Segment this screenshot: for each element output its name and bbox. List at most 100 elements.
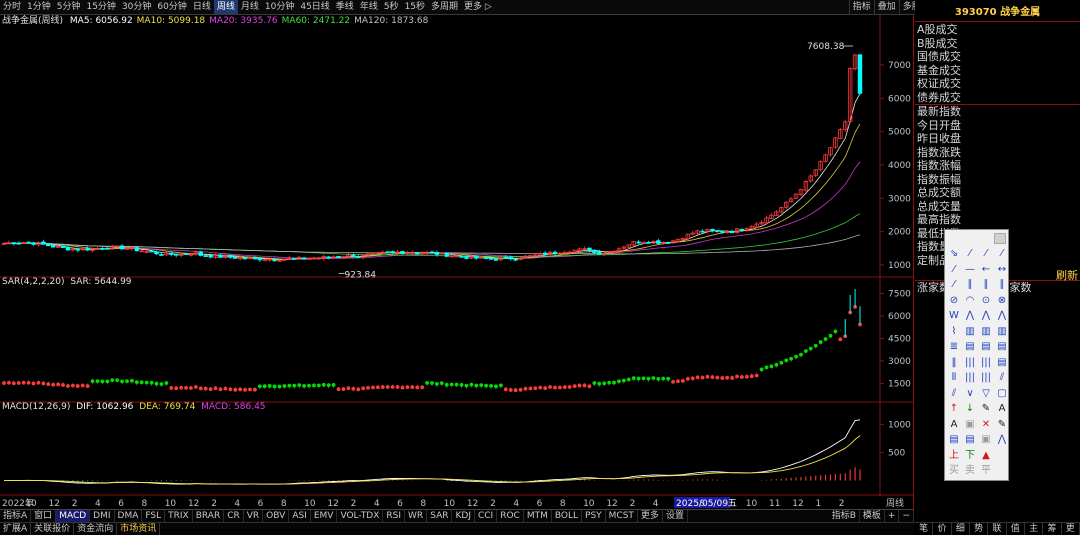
draw-tool-icon[interactable]: ▢ (994, 386, 1010, 402)
indicator-tab[interactable]: 设置 (663, 510, 688, 522)
quote-panel-tab[interactable]: 值 (1007, 523, 1025, 535)
quote-panel-tab[interactable]: 更 (1062, 523, 1080, 535)
status-tab[interactable]: 资金流向 (74, 523, 118, 535)
indicator-tab-control[interactable]: 模板 (860, 510, 885, 522)
indicator-tab[interactable]: FSL (142, 510, 166, 522)
draw-tool-icon[interactable]: ⊗ (994, 293, 1010, 309)
draw-tool-icon[interactable]: ▽ (978, 386, 994, 402)
draw-tool-icon[interactable]: ⊙ (978, 293, 994, 309)
status-tab[interactable]: 关联报价 (31, 523, 75, 535)
refresh-button[interactable]: 刷新 (1056, 267, 1078, 283)
period-tab[interactable]: 45日线 (297, 0, 332, 14)
indicator-tab[interactable]: 指标A (0, 510, 32, 522)
draw-tool-icon[interactable]: ⫽ (994, 370, 1010, 386)
draw-tool-icon[interactable]: ∥ (978, 277, 994, 293)
draw-tool-icon[interactable]: ∥ (994, 277, 1010, 293)
draw-tool-icon[interactable]: ⇘ (946, 246, 962, 262)
indicator-tab[interactable]: BRAR (193, 510, 225, 522)
draw-tool-icon[interactable]: W (946, 308, 962, 324)
draw-tool-icon[interactable]: ⌇ (946, 324, 962, 340)
indicator-tab[interactable]: MTM (524, 510, 552, 522)
indicator-tab-control[interactable]: − (899, 510, 914, 522)
draw-tool-icon[interactable]: ▥ (962, 324, 978, 340)
indicator-tab[interactable]: ASI (289, 510, 311, 522)
draw-tool-icon[interactable]: A (946, 417, 962, 433)
draw-tool-icon[interactable]: ∨ (962, 386, 978, 402)
draw-tool-icon[interactable]: ⁄ (946, 262, 962, 278)
draw-tool-icon[interactable]: ▣ (962, 417, 978, 433)
draw-tool-icon[interactable]: 卖 (962, 463, 978, 479)
draw-tool-icon[interactable]: ↑ (946, 401, 962, 417)
draw-tool-icon[interactable]: ↔ (994, 262, 1010, 278)
indicator-tab[interactable]: VOL-TDX (337, 510, 384, 522)
period-tab[interactable]: 月线 (238, 0, 262, 14)
quote-panel-tab[interactable]: 价 (933, 523, 952, 535)
indicator-tab[interactable]: MCST (606, 510, 638, 522)
indicator-tab-control[interactable]: 指标B (829, 510, 860, 522)
quote-panel-tab[interactable]: 筹 (1043, 523, 1062, 535)
indicator-tab[interactable]: WR (405, 510, 428, 522)
draw-tool-icon[interactable]: ◠ (962, 293, 978, 309)
draw-tool-icon[interactable]: ||| (978, 370, 994, 386)
draw-tool-icon[interactable]: ⁄ (946, 277, 962, 293)
toolbar-button[interactable]: 叠加 (873, 0, 899, 14)
indicator-tab[interactable]: VR (244, 510, 264, 522)
indicator-tab[interactable]: ROC (497, 510, 524, 522)
draw-tool-icon[interactable] (994, 463, 1010, 479)
period-tab[interactable]: 年线 (357, 0, 381, 14)
period-tab[interactable]: 15秒 (402, 0, 428, 14)
indicator-tab[interactable]: KDJ (452, 510, 475, 522)
drawing-tools-palette[interactable]: ◇ ⇘⁄⁄⁄⁄—←↔⁄∥∥∥⊘◠⊙⊗W⋀⋀⋀⌇▥▥▥≣▤▤▤‖||||||▤⫴|… (944, 229, 1009, 481)
draw-tool-icon[interactable]: ✎ (978, 401, 994, 417)
draw-tool-icon[interactable]: ⋀ (962, 308, 978, 324)
indicator-tab[interactable]: CR (224, 510, 244, 522)
period-tab[interactable]: 10分钟 (262, 0, 297, 14)
period-tab[interactable]: 多周期 (428, 0, 461, 14)
draw-tool-icon[interactable]: ▤ (994, 355, 1010, 371)
period-tab[interactable]: 周线 (213, 0, 238, 14)
draw-tool-icon[interactable]: ▤ (962, 432, 978, 448)
draw-tool-icon[interactable]: ⊘ (946, 293, 962, 309)
toolbar-button[interactable]: 指标 (848, 0, 874, 14)
period-tab[interactable]: 更多 ▷ (461, 0, 495, 14)
status-tab[interactable]: 扩展A (0, 523, 32, 535)
quote-panel-tab[interactable]: 势 (970, 523, 989, 535)
draw-tool-icon[interactable]: ⫽ (946, 386, 962, 402)
draw-tool-icon[interactable]: A (994, 401, 1010, 417)
draw-tool-icon[interactable]: ✎ (994, 417, 1010, 433)
draw-tool-icon[interactable]: ← (978, 262, 994, 278)
draw-tool-icon[interactable]: ▥ (978, 324, 994, 340)
draw-tool-icon[interactable]: 下 (962, 448, 978, 464)
draw-tool-icon[interactable]: ||| (978, 355, 994, 371)
status-tab[interactable]: 市场资讯 (117, 523, 161, 535)
indicator-tab[interactable]: EMV (311, 510, 338, 522)
draw-tool-icon[interactable]: ▤ (994, 339, 1010, 355)
period-tab[interactable]: 1分钟 (24, 0, 54, 14)
draw-tool-icon[interactable]: ∥ (962, 277, 978, 293)
draw-tool-icon[interactable]: ▲ (978, 448, 994, 464)
draw-tool-icon[interactable]: ⫴ (946, 370, 962, 386)
draw-tool-icon[interactable] (994, 448, 1010, 464)
indicator-tab[interactable]: OBV (263, 510, 290, 522)
draw-tool-icon[interactable]: 平 (978, 463, 994, 479)
draw-tool-icon[interactable]: ▣ (978, 432, 994, 448)
indicator-tab[interactable]: DMA (115, 510, 143, 522)
draw-tool-icon[interactable]: ▤ (962, 339, 978, 355)
kline-chart-svg[interactable]: 7000600050004000300020001000750060004500… (0, 15, 914, 510)
quote-panel-tab[interactable]: 细 (952, 523, 970, 535)
period-tab[interactable]: 日线 (190, 0, 214, 14)
indicator-tab[interactable]: MACD (56, 510, 91, 522)
indicator-tab[interactable]: 窗口 (31, 510, 57, 522)
draw-tool-icon[interactable]: ||| (962, 370, 978, 386)
indicator-tab[interactable]: TRIX (165, 510, 193, 522)
indicator-tab[interactable]: RSI (383, 510, 406, 522)
indicator-tab-control[interactable]: + (885, 510, 900, 522)
indicator-tab[interactable]: CCI (475, 510, 498, 522)
period-tab[interactable]: 30分钟 (119, 0, 154, 14)
chart-area[interactable]: 7000 6000 5000 4000 3000 2000 1000 7500 6000 4500… (0, 15, 914, 510)
draw-tool-icon[interactable]: ‖ (946, 355, 962, 371)
draw-tool-icon[interactable]: ↓ (962, 401, 978, 417)
indicator-tab[interactable]: PSY (582, 510, 606, 522)
draw-tool-icon[interactable]: ✕ (978, 417, 994, 433)
draw-tool-icon[interactable]: ||| (962, 355, 978, 371)
